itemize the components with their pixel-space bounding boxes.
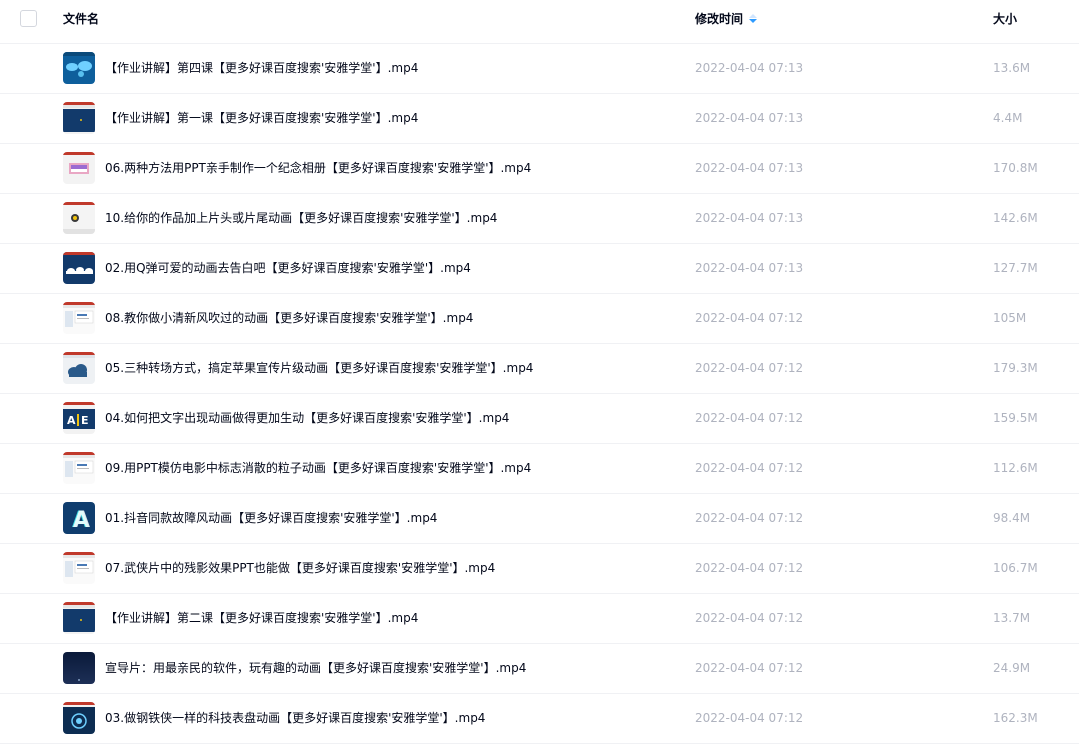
file-size: 127.7M	[993, 261, 1038, 275]
file-modified-time: 2022-04-04 07:13	[695, 211, 804, 225]
file-name[interactable]: 05.三种转场方式，搞定苹果宣传片级动画【更多好课百度搜索'安雅学堂'】.mp4	[105, 360, 533, 376]
file-modified-time: 2022-04-04 07:12	[695, 511, 804, 525]
column-header-name[interactable]: 文件名	[63, 11, 99, 27]
file-name[interactable]: 【作业讲解】第四课【更多好课百度搜索'安雅学堂'】.mp4	[105, 60, 418, 76]
file-modified-time: 2022-04-04 07:13	[695, 61, 804, 75]
file-modified-time: 2022-04-04 07:12	[695, 711, 804, 725]
file-name[interactable]: 09.用PPT模仿电影中标志消散的粒子动画【更多好课百度搜索'安雅学堂'】.mp…	[105, 460, 531, 476]
file-name[interactable]: 【作业讲解】第一课【更多好课百度搜索'安雅学堂'】.mp4	[105, 110, 418, 126]
video-thumbnail-icon	[63, 52, 95, 84]
file-name[interactable]: 07.武侠片中的残影效果PPT也能做【更多好课百度搜索'安雅学堂'】.mp4	[105, 560, 495, 576]
file-modified-time: 2022-04-04 07:12	[695, 361, 804, 375]
file-size: 112.6M	[993, 461, 1038, 475]
file-row[interactable]: 08.教你做小清新风吹过的动画【更多好课百度搜索'安雅学堂'】.mp4 2022-…	[0, 294, 1079, 344]
file-modified-time: 2022-04-04 07:12	[695, 461, 804, 475]
file-row[interactable]: 06.两种方法用PPT亲手制作一个纪念相册【更多好课百度搜索'安雅学堂'】.mp…	[0, 144, 1079, 194]
file-row[interactable]: 05.三种转场方式，搞定苹果宣传片级动画【更多好课百度搜索'安雅学堂'】.mp4…	[0, 344, 1079, 394]
file-row[interactable]: 03.做钢铁侠一样的科技表盘动画【更多好课百度搜索'安雅学堂'】.mp4 2022…	[0, 694, 1079, 744]
file-size: 105M	[993, 311, 1027, 325]
file-name[interactable]: 01.抖音同款故障风动画【更多好课百度搜索'安雅学堂'】.mp4	[105, 510, 437, 526]
file-name[interactable]: 02.用Q弹可爱的动画去告白吧【更多好课百度搜索'安雅学堂'】.mp4	[105, 260, 471, 276]
file-name[interactable]: 03.做钢铁侠一样的科技表盘动画【更多好课百度搜索'安雅学堂'】.mp4	[105, 710, 485, 726]
file-row[interactable]: 【作业讲解】第二课【更多好课百度搜索'安雅学堂'】.mp4 2022-04-04 …	[0, 594, 1079, 644]
video-thumbnail-icon: AA	[63, 502, 95, 534]
file-row[interactable]: A A 01.抖音同款故障风动画【更多好课百度搜索'安雅学堂'】.mp4 2022-0…	[0, 494, 1079, 544]
file-name[interactable]: 06.两种方法用PPT亲手制作一个纪念相册【更多好课百度搜索'安雅学堂'】.mp…	[105, 160, 531, 176]
file-modified-time: 2022-04-04 07:13	[695, 261, 804, 275]
video-thumbnail-icon	[63, 252, 95, 284]
select-all-checkbox[interactable]	[20, 10, 37, 27]
file-row[interactable]: 10.给你的作品加上片头或片尾动画【更多好课百度搜索'安雅学堂'】.mp4 202…	[0, 194, 1079, 244]
file-row[interactable]: 02.用Q弹可爱的动画去告白吧【更多好课百度搜索'安雅学堂'】.mp4 2022-…	[0, 244, 1079, 294]
file-row[interactable]: 宣导片：用最亲民的软件，玩有趣的动画【更多好课百度搜索'安雅学堂'】.mp4 20…	[0, 644, 1079, 694]
file-size: 106.7M	[993, 561, 1038, 575]
video-thumbnail-icon	[63, 102, 95, 134]
file-list: 【作业讲解】第四课【更多好课百度搜索'安雅学堂'】.mp4 2022-04-04 …	[0, 44, 1079, 744]
file-size: 170.8M	[993, 161, 1038, 175]
video-thumbnail-icon	[63, 152, 95, 184]
file-list-header: 文件名 修改时间 大小	[0, 0, 1079, 44]
video-thumbnail-icon: AE	[63, 402, 95, 434]
file-size: 162.3M	[993, 711, 1038, 725]
file-name[interactable]: 04.如何把文字出现动画做得更加生动【更多好课百度搜索'安雅学堂'】.mp4	[105, 410, 509, 426]
column-header-size[interactable]: 大小	[993, 11, 1017, 27]
file-modified-time: 2022-04-04 07:12	[695, 561, 804, 575]
file-size: 98.4M	[993, 511, 1031, 525]
file-size: 24.9M	[993, 661, 1031, 675]
video-thumbnail-icon	[63, 652, 95, 684]
file-row[interactable]: 【作业讲解】第四课【更多好课百度搜索'安雅学堂'】.mp4 2022-04-04 …	[0, 44, 1079, 94]
file-modified-time: 2022-04-04 07:12	[695, 661, 804, 675]
column-header-time[interactable]: 修改时间	[695, 11, 758, 27]
video-thumbnail-icon	[63, 702, 95, 734]
file-modified-time: 2022-04-04 07:12	[695, 311, 804, 325]
file-size: 179.3M	[993, 361, 1038, 375]
video-thumbnail-icon	[63, 602, 95, 634]
file-name[interactable]: 宣导片：用最亲民的软件，玩有趣的动画【更多好课百度搜索'安雅学堂'】.mp4	[105, 660, 526, 676]
file-row[interactable]: 【作业讲解】第一课【更多好课百度搜索'安雅学堂'】.mp4 2022-04-04 …	[0, 94, 1079, 144]
file-modified-time: 2022-04-04 07:12	[695, 411, 804, 425]
file-size: 13.7M	[993, 611, 1031, 625]
video-thumbnail-icon	[63, 302, 95, 334]
file-size: 13.6M	[993, 61, 1031, 75]
video-thumbnail-icon	[63, 452, 95, 484]
file-modified-time: 2022-04-04 07:13	[695, 111, 804, 125]
file-row[interactable]: 07.武侠片中的残影效果PPT也能做【更多好课百度搜索'安雅学堂'】.mp4 20…	[0, 544, 1079, 594]
file-modified-time: 2022-04-04 07:12	[695, 611, 804, 625]
svg-text:E: E	[81, 414, 89, 427]
file-size: 4.4M	[993, 111, 1023, 125]
file-row[interactable]: 09.用PPT模仿电影中标志消散的粒子动画【更多好课百度搜索'安雅学堂'】.mp…	[0, 444, 1079, 494]
video-thumbnail-icon	[63, 552, 95, 584]
video-thumbnail-icon	[63, 202, 95, 234]
video-thumbnail-icon	[63, 352, 95, 384]
file-modified-time: 2022-04-04 07:13	[695, 161, 804, 175]
column-header-time-label: 修改时间	[695, 12, 744, 26]
svg-text:A: A	[73, 508, 90, 533]
file-row[interactable]: A E 04.如何把文字出现动画做得更加生动【更多好课百度搜索'安雅学堂'】.mp4…	[0, 394, 1079, 444]
sort-descending-icon[interactable]	[749, 14, 758, 24]
file-name[interactable]: 08.教你做小清新风吹过的动画【更多好课百度搜索'安雅学堂'】.mp4	[105, 310, 473, 326]
file-name[interactable]: 10.给你的作品加上片头或片尾动画【更多好课百度搜索'安雅学堂'】.mp4	[105, 210, 497, 226]
svg-text:A: A	[67, 414, 76, 427]
file-size: 159.5M	[993, 411, 1038, 425]
file-size: 142.6M	[993, 211, 1038, 225]
file-name[interactable]: 【作业讲解】第二课【更多好课百度搜索'安雅学堂'】.mp4	[105, 610, 418, 626]
